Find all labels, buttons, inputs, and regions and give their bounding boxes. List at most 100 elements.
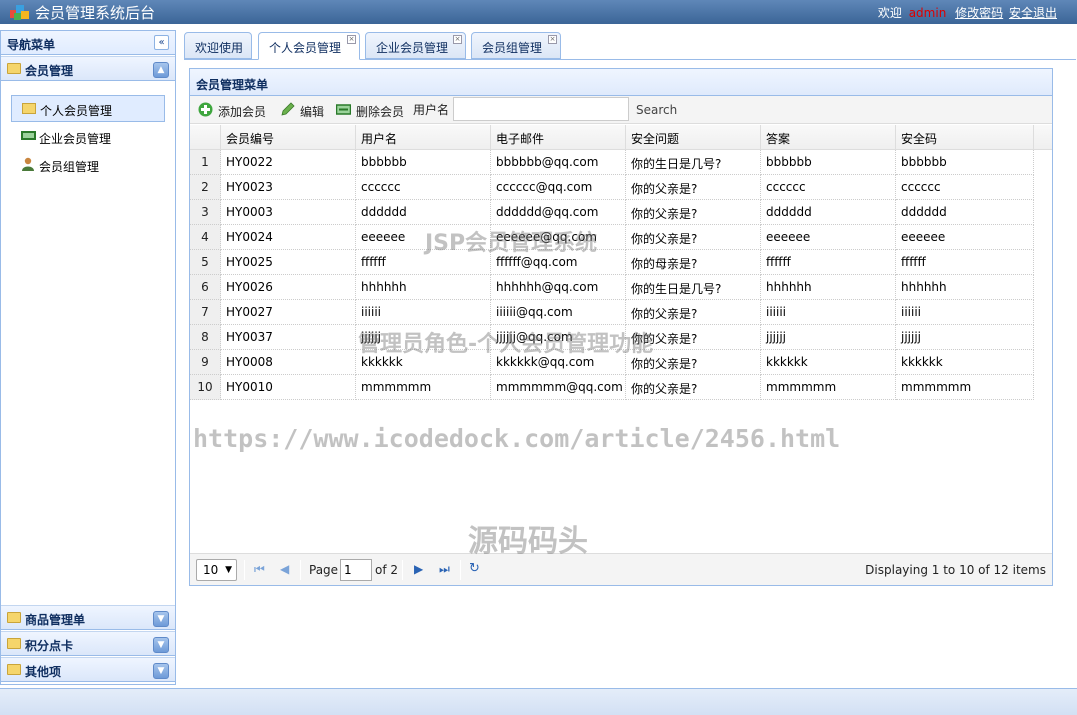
cell-security-question: 你的生日是几号? xyxy=(626,275,761,300)
folder-icon xyxy=(22,103,36,114)
grid-header-tail xyxy=(1034,125,1052,150)
table-row[interactable]: 6 HY0026 hhhhhh hhhhhh@qq.com 你的生日是几号? hhhhhh… xyxy=(190,275,1034,300)
menu-item-label: 会员组管理 xyxy=(39,160,100,174)
cell-security-question: 你的父亲是? xyxy=(626,200,761,225)
accordion-product-management[interactable]: 商品管理单 ▼ xyxy=(1,605,175,630)
cell-email: bbbbbb@qq.com xyxy=(491,150,626,175)
cell-security-question: 你的母亲是? xyxy=(626,250,761,275)
cell-member-id: HY0003 xyxy=(221,200,356,225)
close-icon[interactable]: × xyxy=(453,35,462,44)
row-number: 2 xyxy=(190,175,221,200)
page-number-input[interactable]: 1 xyxy=(340,559,372,581)
chevron-down-icon[interactable]: ▼ xyxy=(153,663,169,679)
row-number: 9 xyxy=(190,350,221,375)
double-chevron-left-icon[interactable]: « xyxy=(154,35,169,50)
chevron-down-icon[interactable]: ▼ xyxy=(153,637,169,653)
separator xyxy=(244,560,245,580)
cell-answer: mmmmmm xyxy=(761,375,896,400)
add-icon xyxy=(198,102,213,117)
menu-item-member-group[interactable]: 会员组管理 xyxy=(11,152,165,179)
toolbar: 添加会员 编辑 删除会员 用户名 Search xyxy=(190,96,1052,124)
tab-personal-member[interactable]: 个人会员管理 × xyxy=(258,32,360,60)
table-row[interactable]: 2 HY0023 cccccc cccccc@qq.com 你的父亲是? cccccc cc… xyxy=(190,175,1034,200)
panel-title: 会员管理菜单 xyxy=(196,78,269,92)
table-row[interactable]: 10 HY0010 mmmmmm mmmmmm@qq.com 你的父亲是? mmmmmm m… xyxy=(190,375,1034,400)
table-row[interactable]: 7 HY0027 iiiiii iiiiii@qq.com 你的父亲是? iiiiii ii… xyxy=(190,300,1034,325)
cell-answer: jjjjjj xyxy=(761,325,896,350)
tab-enterprise-member[interactable]: 企业会员管理 × xyxy=(365,32,466,59)
accordion-other[interactable]: 其他项 ▼ xyxy=(1,657,175,682)
row-number: 6 xyxy=(190,275,221,300)
column-header[interactable]: 电子邮件 xyxy=(491,125,626,150)
chevron-down-icon: ▼ xyxy=(225,565,232,575)
cell-member-id: HY0008 xyxy=(221,350,356,375)
watermark-text: 源码码头 xyxy=(468,524,588,559)
page-label: Page xyxy=(309,563,339,577)
column-header[interactable]: 答案 xyxy=(761,125,896,150)
folder-icon xyxy=(7,664,21,675)
cell-answer: hhhhhh xyxy=(761,275,896,300)
close-icon[interactable]: × xyxy=(347,35,356,44)
refresh-icon[interactable]: ↻ xyxy=(469,561,480,576)
column-header[interactable]: 安全问题 xyxy=(626,125,761,150)
page-size-select[interactable]: 10 ▼ xyxy=(196,559,237,581)
page-size-value: 10 xyxy=(203,563,219,577)
bottom-status-bar xyxy=(0,688,1077,715)
card-icon xyxy=(336,104,351,115)
cell-security-code: ffffff xyxy=(896,250,1034,275)
menu-item-label: 个人会员管理 xyxy=(40,104,113,118)
cell-answer: iiiiii xyxy=(761,300,896,325)
cell-email: cccccc@qq.com xyxy=(491,175,626,200)
cell-security-question: 你的父亲是? xyxy=(626,175,761,200)
first-page-icon[interactable]: ⏮ xyxy=(254,562,265,577)
button-label: 添加会员 xyxy=(218,105,267,119)
table-row[interactable]: 3 HY0003 dddddd dddddd@qq.com 你的父亲是? dddddd dd… xyxy=(190,200,1034,225)
menu-item-personal-member[interactable]: 个人会员管理 xyxy=(11,95,165,122)
cell-email: mmmmmm@qq.com xyxy=(491,375,626,400)
pagination-info: Displaying 1 to 10 of 12 items xyxy=(865,563,1046,577)
cell-security-question: 你的父亲是? xyxy=(626,225,761,250)
app-logo-icon xyxy=(10,5,29,20)
column-header[interactable]: 会员编号 xyxy=(221,125,356,150)
column-header[interactable]: 用户名 xyxy=(356,125,491,150)
welcome-text: 欢迎 xyxy=(877,6,902,20)
username: admin xyxy=(908,6,947,20)
row-number: 1 xyxy=(190,150,221,175)
nav-title: 导航菜单 xyxy=(7,38,56,52)
menu-item-enterprise-member[interactable]: 企业会员管理 xyxy=(11,124,165,151)
cell-member-id: HY0025 xyxy=(221,250,356,275)
search-button[interactable]: Search xyxy=(636,103,677,117)
menu-item-label: 企业会员管理 xyxy=(39,132,112,146)
last-page-icon[interactable]: ⏭ xyxy=(439,562,450,577)
accordion-points-card[interactable]: 积分点卡 ▼ xyxy=(1,631,175,656)
cell-security-code: bbbbbb xyxy=(896,150,1034,175)
chevron-up-icon[interactable]: ▲ xyxy=(153,62,169,78)
cell-email: dddddd@qq.com xyxy=(491,200,626,225)
cell-username: cccccc xyxy=(356,175,491,200)
next-page-icon[interactable]: ▶ xyxy=(414,562,423,576)
tab-label: 企业会员管理 xyxy=(376,41,449,55)
close-icon[interactable]: × xyxy=(548,35,557,44)
table-row[interactable]: 5 HY0025 ffffff ffffff@qq.com 你的母亲是? ffffff ff… xyxy=(190,250,1034,275)
tab-label: 欢迎使用 xyxy=(195,41,244,55)
change-password-link[interactable]: 修改密码 xyxy=(955,6,1003,20)
table-row[interactable]: 1 HY0022 bbbbbb bbbbbb@qq.com 你的生日是几号? bbbbbb… xyxy=(190,150,1034,175)
separator xyxy=(300,560,301,580)
row-number: 5 xyxy=(190,250,221,275)
accordion-member-management[interactable]: 会员管理 ▲ xyxy=(1,56,175,81)
chevron-down-icon[interactable]: ▼ xyxy=(153,611,169,627)
nav-panel-header: 导航菜单 « xyxy=(1,31,175,55)
accordion-label: 积分点卡 xyxy=(25,639,74,653)
username-filter-input[interactable] xyxy=(453,97,629,121)
tab-member-group[interactable]: 会员组管理 × xyxy=(471,32,561,59)
logout-link[interactable]: 安全退出 xyxy=(1009,6,1057,20)
tab-welcome[interactable]: 欢迎使用 xyxy=(184,32,252,59)
table-row[interactable]: 4 HY0024 eeeeee eeeeee@qq.com 你的父亲是? eeeeee ee… xyxy=(190,225,1034,250)
prev-page-icon[interactable]: ◀ xyxy=(280,562,289,576)
folder-icon xyxy=(7,63,21,74)
card-icon xyxy=(21,131,36,140)
cell-username: dddddd xyxy=(356,200,491,225)
cell-answer: bbbbbb xyxy=(761,150,896,175)
cell-member-id: HY0023 xyxy=(221,175,356,200)
column-header[interactable]: 安全码 xyxy=(896,125,1034,150)
